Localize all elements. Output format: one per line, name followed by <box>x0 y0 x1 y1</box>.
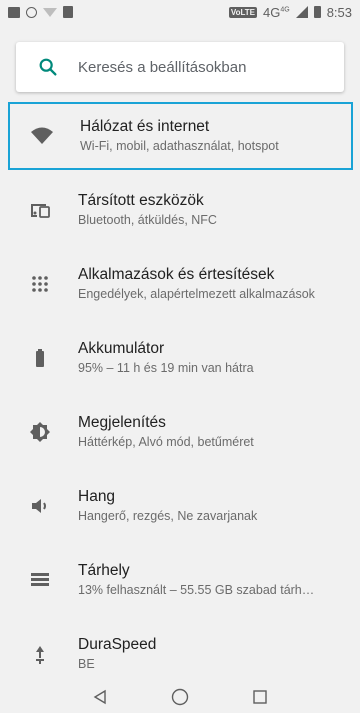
home-icon[interactable] <box>170 687 190 707</box>
settings-item-title: Megjelenítés <box>78 414 166 431</box>
settings-item-text: DuraSpeed BE <box>78 635 156 673</box>
settings-item-network[interactable]: Hálózat és internet Wi-Fi, mobil, adatha… <box>8 102 353 170</box>
back-icon[interactable] <box>90 687 110 707</box>
volte-badge: VoLTE <box>228 6 257 18</box>
settings-item-text: Akkumulátor 95% – 11 h és 19 min van hát… <box>78 339 254 377</box>
settings-item-battery[interactable]: Akkumulátor 95% – 11 h és 19 min van hát… <box>0 324 360 392</box>
settings-item-apps[interactable]: Alkalmazások és értesítések Engedélyek, … <box>0 250 360 318</box>
settings-item-text: Társított eszközök Bluetooth, átküldés, … <box>78 191 217 229</box>
settings-item-subtitle: BE <box>78 657 95 671</box>
settings-item-subtitle: Hangerő, rezgés, Ne zavarjanak <box>78 509 258 523</box>
settings-item-title: Társított eszközök <box>78 192 204 209</box>
settings-item-title: Alkalmazások és értesítések <box>78 266 275 283</box>
settings-item-subtitle: Bluetooth, átküldés, NFC <box>78 213 217 227</box>
settings-item-text: Hálózat és internet Wi-Fi, mobil, adatha… <box>80 117 279 155</box>
settings-item-sound[interactable]: Hang Hangerő, rezgés, Ne zavarjanak <box>0 472 360 540</box>
settings-item-text: Hang Hangerő, rezgés, Ne zavarjanak <box>78 487 257 525</box>
wifi-status-icon <box>43 7 57 17</box>
volume-icon <box>28 494 52 518</box>
status-right: VoLTE 4G4G 8:53 <box>228 4 352 20</box>
clock: 8:53 <box>326 4 352 20</box>
signal-icon <box>295 6 308 18</box>
search-bar[interactable]: Keresés a beállításokban <box>16 42 344 92</box>
brightness-icon <box>28 420 52 444</box>
battery-status-icon <box>313 6 321 18</box>
recents-icon[interactable] <box>250 687 270 707</box>
settings-item-storage[interactable]: Tárhely 13% felhasznált – 55.55 GB szaba… <box>0 546 360 614</box>
settings-item-subtitle: Háttérkép, Alvó mód, betűméret <box>78 435 254 449</box>
settings-item-title: Hang <box>78 488 116 505</box>
status-left <box>8 6 73 18</box>
settings-item-subtitle: Engedélyek, alapértelmezett alkalmazások <box>78 287 315 301</box>
duraspeed-icon <box>28 642 52 666</box>
search-placeholder: Keresés a beállításokban <box>78 58 247 76</box>
settings-item-connected-devices[interactable]: Társított eszközök Bluetooth, átküldés, … <box>0 176 360 244</box>
settings-item-subtitle: 95% – 11 h és 19 min van hátra <box>78 361 254 375</box>
network-type-label: 4G <box>263 4 281 20</box>
navigation-bar <box>0 681 360 713</box>
gallery-notification-icon <box>8 6 20 18</box>
settings-item-text: Megjelenítés Háttérkép, Alvó mód, betűmé… <box>78 413 254 451</box>
settings-item-duraspeed[interactable]: DuraSpeed BE <box>0 620 360 688</box>
storage-icon <box>28 568 52 592</box>
settings-item-title: Tárhely <box>78 562 130 579</box>
settings-item-subtitle: Wi-Fi, mobil, adathasználat, hotspot <box>80 139 279 153</box>
compass-notification-icon <box>26 6 37 18</box>
connected-devices-icon <box>28 198 52 222</box>
file-notification-icon <box>63 6 73 18</box>
apps-grid-icon <box>28 272 52 296</box>
wifi-icon <box>30 124 54 148</box>
network-type: 4G4G <box>263 5 290 20</box>
settings-item-subtitle: 13% felhasznált – 55.55 GB szabad tárh… <box>78 583 315 597</box>
settings-item-text: Tárhely 13% felhasznált – 55.55 GB szaba… <box>78 561 314 599</box>
battery-icon <box>28 346 52 370</box>
settings-item-text: Alkalmazások és értesítések Engedélyek, … <box>78 265 315 303</box>
settings-item-title: Akkumulátor <box>78 340 165 357</box>
settings-item-title: DuraSpeed <box>78 636 157 653</box>
search-icon <box>24 42 72 92</box>
status-bar: VoLTE 4G4G 8:53 <box>0 0 360 24</box>
network-type-sup: 4G <box>280 6 290 14</box>
settings-item-display[interactable]: Megjelenítés Háttérkép, Alvó mód, betűmé… <box>0 398 360 466</box>
settings-item-title: Hálózat és internet <box>80 118 210 135</box>
